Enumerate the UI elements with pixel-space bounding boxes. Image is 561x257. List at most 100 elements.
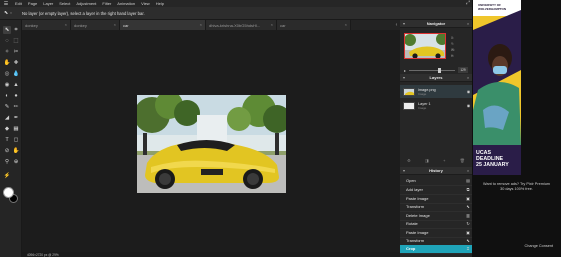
gradient-tool-icon[interactable]: ▦ bbox=[12, 125, 20, 133]
ad-logo: UNIVERSITY OF WOLVERHAMPTON bbox=[478, 3, 507, 11]
clone-tool-icon[interactable]: ◎ bbox=[3, 70, 11, 78]
lasso-tool-icon[interactable]: ◌ bbox=[3, 37, 11, 45]
zoom-slider[interactable] bbox=[409, 67, 455, 73]
eraser-tool-icon[interactable]: ◢ bbox=[3, 114, 11, 122]
history-item-label: Paste Image bbox=[406, 196, 429, 202]
premium-upsell[interactable]: Want to remove ads? Try Pixlr Premium 30… bbox=[472, 182, 561, 192]
ad-sidebar: UNIVERSITY OF WOLVERHAMPTON UCAS DEADLIN… bbox=[472, 0, 561, 257]
collapse-icon[interactable]: ▾ bbox=[400, 168, 408, 173]
color-picker-tool-icon[interactable]: ⊘ bbox=[3, 147, 11, 155]
menu-adjustment[interactable]: Adjustment bbox=[73, 1, 99, 6]
layer-item-layer1[interactable]: Layer 1 Image ◉ bbox=[400, 99, 472, 112]
zoom-out-icon[interactable]: ▸ bbox=[404, 68, 406, 73]
menu-view[interactable]: View bbox=[138, 1, 153, 6]
tool-options-message: No layer (or empty layer), select a laye… bbox=[22, 10, 145, 16]
status-bar: 4096×2720 px @ 29% bbox=[22, 252, 400, 257]
layers-title: Layers bbox=[429, 75, 443, 80]
canvas-workspace[interactable] bbox=[22, 30, 400, 252]
fullscreen-icon[interactable]: ⤢ bbox=[464, 0, 472, 7]
sharpen-tool-icon[interactable]: ▲ bbox=[12, 81, 20, 89]
menu-select[interactable]: Select bbox=[56, 1, 73, 6]
collapse-icon[interactable]: ▾ bbox=[400, 75, 408, 80]
fill-tool-icon[interactable]: ◆ bbox=[3, 125, 11, 133]
zoom-tool-icon[interactable]: ⚲ bbox=[3, 158, 11, 166]
history-item[interactable]: Add layer ⧉ bbox=[400, 186, 472, 195]
cutout-tool-icon[interactable]: ✂ bbox=[12, 48, 20, 56]
close-icon[interactable]: × bbox=[114, 22, 116, 27]
history-item[interactable]: Transform ⬉ bbox=[400, 203, 472, 212]
arrange-tool-icon[interactable]: ⬉ ▾ bbox=[0, 7, 22, 20]
tab-label: dhiva-krishna-X0bG5hdsHl... bbox=[209, 22, 261, 28]
layer-item-image[interactable]: image.png Image ◉ bbox=[400, 85, 472, 98]
hand-tool-icon[interactable]: ✋ bbox=[12, 147, 20, 155]
trash-icon: ▥ bbox=[466, 213, 470, 219]
menu-animation[interactable]: Animation bbox=[114, 1, 138, 6]
layers-header[interactable]: ▾ Layers × bbox=[400, 74, 472, 82]
view-tool-icon[interactable]: ⊕ bbox=[12, 158, 20, 166]
ad-headline: UCAS DEADLINE 25 JANUARY bbox=[476, 150, 509, 168]
close-icon[interactable]: × bbox=[65, 22, 67, 27]
dodge-tool-icon[interactable]: ◐ bbox=[3, 92, 11, 100]
file-icon: ▤ bbox=[466, 178, 470, 184]
drawing-tool-icon[interactable]: ✒ bbox=[12, 114, 20, 122]
navigator-info: X: Y: W: H: bbox=[451, 35, 455, 59]
tab-donkey-1[interactable]: donkey × bbox=[22, 20, 71, 30]
chevron-left-icon[interactable]: ‹ bbox=[393, 20, 400, 30]
menu-help[interactable]: Help bbox=[153, 1, 167, 6]
shape-tool-icon[interactable]: ◻ bbox=[12, 136, 20, 144]
pencil-tool-icon[interactable]: ✏ bbox=[12, 103, 20, 111]
history-header[interactable]: ▾ History × bbox=[400, 167, 472, 175]
menu-layer[interactable]: Layer bbox=[40, 1, 56, 6]
navigator-title: Navigator bbox=[426, 21, 446, 26]
brush-tool-icon[interactable]: ✎ bbox=[3, 103, 11, 111]
trash-icon[interactable]: 🗑 bbox=[460, 158, 465, 163]
collapse-icon[interactable]: ▾ bbox=[400, 21, 408, 26]
canvas-image[interactable] bbox=[137, 95, 286, 193]
zoom-slider-knob[interactable] bbox=[437, 67, 441, 73]
crop-tool-icon[interactable]: ⌗ bbox=[12, 26, 20, 34]
wand-tool-icon[interactable]: ✧ bbox=[3, 48, 11, 56]
history-item-active[interactable]: Crop ⌗ bbox=[400, 245, 472, 254]
close-icon[interactable]: × bbox=[345, 22, 347, 27]
foreground-color-swatch[interactable] bbox=[3, 187, 14, 198]
layer-settings-icon[interactable]: ⚙ bbox=[407, 158, 411, 163]
eye-icon[interactable]: ◉ bbox=[465, 103, 472, 108]
color-replace-tool-icon[interactable]: ● bbox=[12, 92, 20, 100]
tab-car-2[interactable]: car × bbox=[277, 20, 351, 30]
close-icon[interactable]: × bbox=[271, 22, 273, 27]
blur-tool-icon[interactable]: 💧 bbox=[12, 70, 20, 78]
menu-edit[interactable]: Edit bbox=[12, 1, 25, 6]
tab-label: car bbox=[123, 22, 129, 28]
advertisement-banner[interactable]: UNIVERSITY OF WOLVERHAMPTON UCAS DEADLIN… bbox=[473, 0, 521, 175]
add-layer-icon: ⧉ bbox=[466, 187, 470, 193]
history-item-label: Delete Image bbox=[406, 213, 430, 219]
navigator-header[interactable]: ▾ Navigator × bbox=[400, 20, 472, 28]
close-icon[interactable]: × bbox=[464, 21, 472, 26]
heal-tool-icon[interactable]: ✚ bbox=[12, 59, 20, 67]
close-icon[interactable]: × bbox=[464, 75, 472, 80]
navigator-thumbnail[interactable] bbox=[404, 33, 446, 59]
close-icon[interactable]: × bbox=[464, 168, 472, 173]
tab-dhiva-krishna[interactable]: dhiva-krishna-X0bG5hdsHl... × bbox=[206, 20, 277, 30]
tab-car-active[interactable]: car × bbox=[120, 20, 206, 30]
layer-text: Layer 1 Image bbox=[418, 102, 465, 110]
sponge-tool-icon[interactable]: ◉ bbox=[3, 81, 11, 89]
close-icon[interactable]: × bbox=[200, 22, 202, 27]
text-tool-icon[interactable]: T bbox=[3, 136, 11, 144]
arrange-tool-icon[interactable]: ⬉ bbox=[3, 26, 11, 34]
add-layer-icon[interactable]: + bbox=[443, 158, 445, 163]
tab-donkey-2[interactable]: donkey × bbox=[71, 20, 120, 30]
ad-logo-line2: WOLVERHAMPTON bbox=[478, 6, 507, 11]
history-item[interactable]: Rotate ↻ bbox=[400, 220, 472, 229]
layer-mask-icon[interactable]: ◨ bbox=[425, 158, 429, 163]
change-consent-link[interactable]: Change Consent bbox=[525, 244, 554, 248]
car-photo bbox=[137, 95, 286, 193]
eye-icon[interactable]: ◉ bbox=[465, 89, 472, 94]
zoom-value[interactable]: 129 bbox=[458, 67, 468, 73]
menu-page[interactable]: Page bbox=[25, 1, 40, 6]
select-tool-icon[interactable]: ⬚ bbox=[12, 37, 20, 45]
ai-tool-icon[interactable]: ⚡ bbox=[3, 172, 11, 180]
history-item[interactable]: Open ▤ bbox=[400, 177, 472, 186]
liquify-tool-icon[interactable]: ✋ bbox=[3, 59, 11, 67]
menu-filter[interactable]: Filter bbox=[99, 1, 114, 6]
